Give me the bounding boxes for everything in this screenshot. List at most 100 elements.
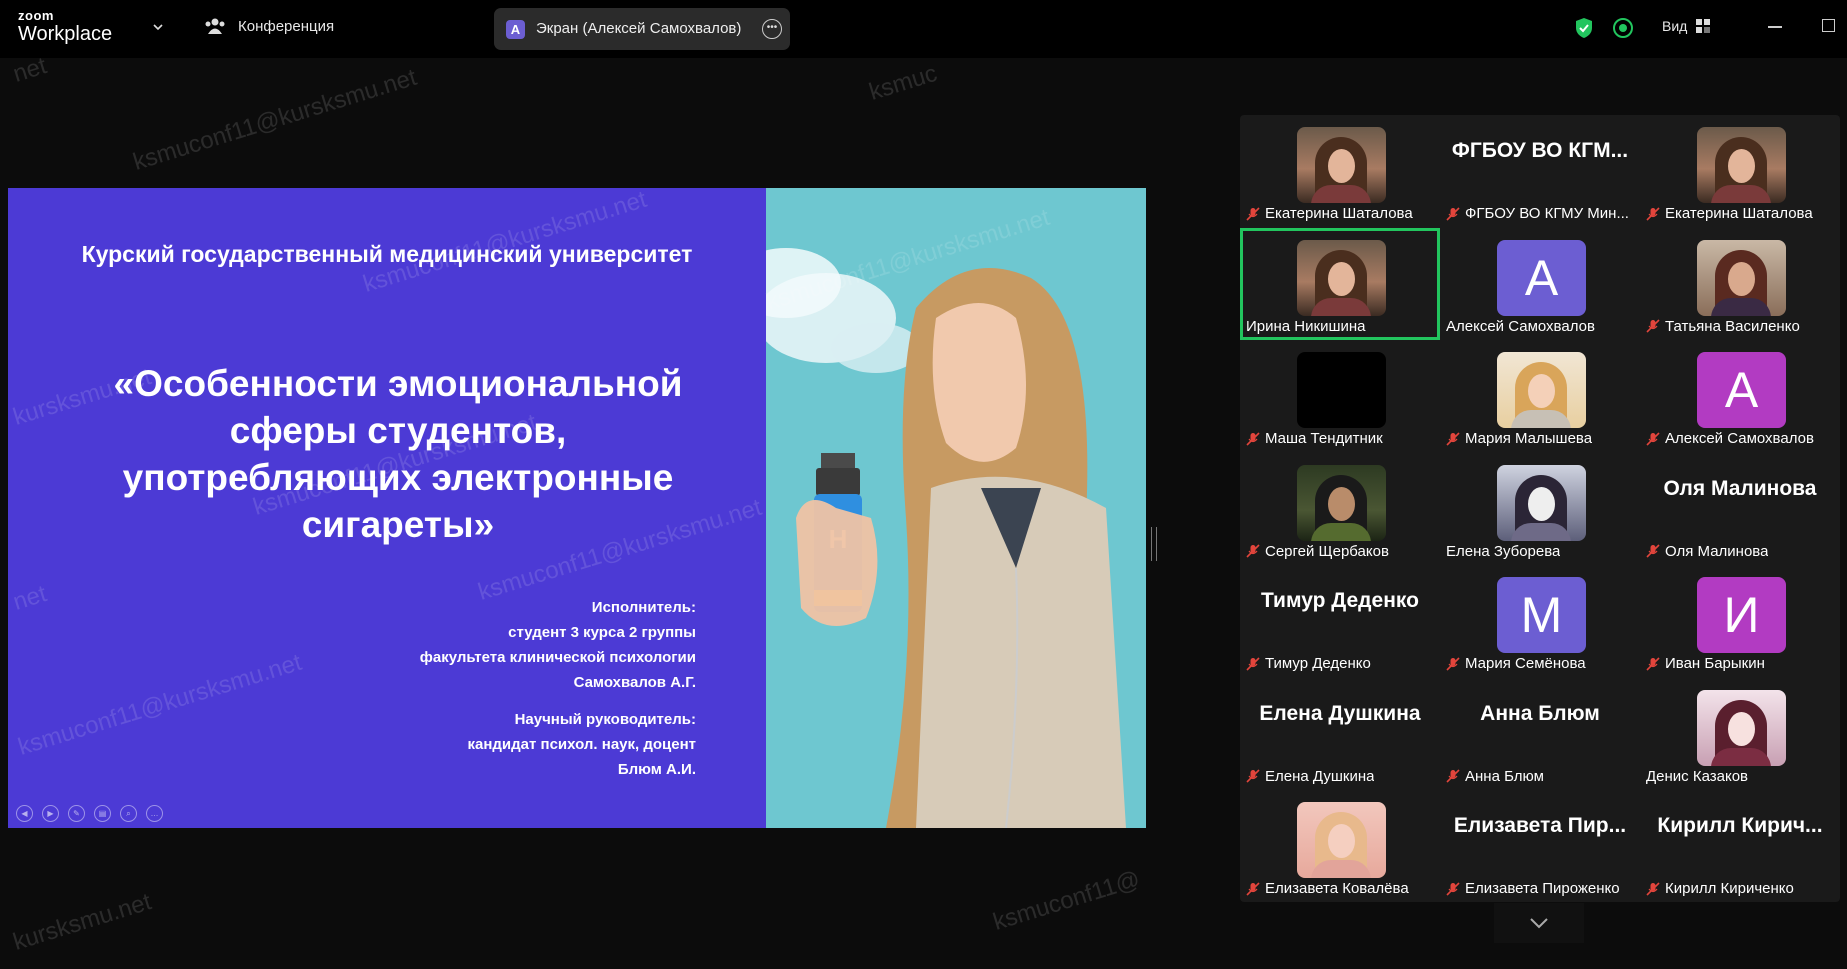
participant-tile[interactable]: Маша Тендитник <box>1240 340 1440 452</box>
participant-name-label: Елена Зуборева <box>1446 543 1636 560</box>
participant-tile[interactable]: М Мария Семёнова <box>1440 565 1640 677</box>
mic-muted-icon <box>1646 656 1660 671</box>
slide-author-line: Самохвалов А.Г. <box>573 674 696 691</box>
participant-name-label: Татьяна Василенко <box>1646 318 1836 335</box>
participant-video <box>1297 127 1386 203</box>
participant-tile[interactable]: Денис Казаков <box>1640 678 1840 790</box>
next-slide-icon[interactable]: ▶ <box>42 805 59 822</box>
participant-video <box>1297 464 1386 541</box>
slide-title-line: сферы студентов, <box>229 410 567 451</box>
view-button[interactable]: Вид <box>1662 18 1711 34</box>
participant-name: Анна Блюм <box>1465 767 1544 785</box>
participant-name-label: ФГБОУ ВО КГМУ Мин... <box>1446 205 1636 222</box>
participant-name: Тимур Деденко <box>1265 655 1371 672</box>
security-shield-icon[interactable] <box>1574 17 1594 39</box>
participant-tile[interactable]: Татьяна Василенко <box>1640 228 1840 340</box>
participant-name-label: Сергей Щербаков <box>1246 543 1436 560</box>
zoom-icon[interactable]: ⌕ <box>120 805 137 822</box>
slide-author-line: Исполнитель: <box>591 599 696 616</box>
participant-video <box>1497 352 1586 428</box>
participant-tile[interactable]: Тимур Деденко Тимур Деденко <box>1240 565 1440 677</box>
participant-name-label: Алексей Самохвалов <box>1646 430 1836 447</box>
screen-share-pill[interactable]: A Экран (Алексей Самохвалов) ••• <box>494 8 790 50</box>
mic-muted-icon <box>1246 881 1260 896</box>
participant-tile[interactable]: Елена Душкина Елена Душкина <box>1240 678 1440 790</box>
participant-tile[interactable]: Ирина Никишина <box>1240 227 1440 340</box>
slide-author-block: Исполнитель: студент 3 курса 2 группы фа… <box>420 595 696 695</box>
mic-muted-icon <box>1646 544 1660 558</box>
logo-bottom-text: Workplace <box>18 23 113 45</box>
participant-tile[interactable]: Кирилл Кирич... Кирилл Кириченко <box>1640 790 1840 902</box>
participant-display-name: Оля Малинова <box>1663 476 1817 500</box>
participant-tile[interactable]: Сергей Щербаков <box>1240 453 1440 565</box>
mic-muted-icon <box>1646 319 1660 333</box>
slide-university: Курский государственный медицинский унив… <box>81 241 693 267</box>
slides-icon[interactable]: ▤ <box>94 805 111 822</box>
participant-tile[interactable]: Мария Малышева <box>1440 340 1640 452</box>
participant-name: Оля Малинова <box>1665 542 1769 560</box>
participant-tile[interactable]: Елизавета Пир... Елизавета Пироженко <box>1440 790 1640 902</box>
participant-display-name: Кирилл Кирич... <box>1657 814 1823 837</box>
share-avatar: A <box>506 20 525 39</box>
participant-name: Ирина Никишина <box>1246 317 1366 335</box>
slide-title-line: «Особенности эмоциональной <box>113 363 683 404</box>
participant-name: Елена Душкина <box>1265 767 1375 785</box>
participant-display-name: Анна Блюм <box>1480 701 1600 725</box>
participant-avatar-initial: М <box>1497 577 1586 653</box>
grid-view-icon <box>1696 19 1711 33</box>
participant-tile[interactable]: Анна Блюм Анна Блюм <box>1440 678 1640 790</box>
participant-name-label: Екатерина Шаталова <box>1646 205 1836 222</box>
participant-tile[interactable]: Елизавета Ковалёва <box>1240 790 1440 902</box>
participant-name: ФГБОУ ВО КГМУ Мин... <box>1465 205 1629 222</box>
chevron-down-icon[interactable] <box>153 22 163 32</box>
shared-slide: Курский государственный медицинский унив… <box>8 188 1146 828</box>
watermark: ksmuconf11@ <box>990 865 1144 936</box>
slide-title-line: употребляющих электронные <box>122 457 674 498</box>
pen-icon[interactable]: ✎ <box>68 805 85 822</box>
participant-name-label: Тимур Деденко <box>1246 655 1436 672</box>
slide-title: «Особенности эмоциональной сферы студент… <box>78 360 718 548</box>
share-label: Экран (Алексей Самохвалов) <box>536 20 742 37</box>
recording-icon[interactable] <box>1612 17 1634 39</box>
participant-name-label: Иван Барыкин <box>1646 655 1836 672</box>
resize-splitter[interactable] <box>1151 527 1157 561</box>
slide-text-panel: Курский государственный медицинский унив… <box>8 188 766 828</box>
participant-name-label: Ирина Никишина <box>1246 318 1436 335</box>
more-icon[interactable]: … <box>146 805 163 822</box>
participant-tile[interactable]: Екатерина Шаталова <box>1640 115 1840 227</box>
participant-tile[interactable]: ФГБОУ ВО КГМ... ФГБОУ ВО КГМУ Мин... <box>1440 115 1640 227</box>
meeting-label: Конференция <box>238 17 335 35</box>
participant-display-name: Тимур Деденко <box>1261 589 1419 612</box>
participant-tile[interactable]: Елена Зуборева <box>1440 453 1640 565</box>
participant-name-label: Екатерина Шаталова <box>1246 205 1436 222</box>
participant-name-label: Маша Тендитник <box>1246 430 1436 447</box>
participant-avatar-initial: A <box>1497 239 1586 316</box>
mic-muted-icon <box>1446 656 1460 671</box>
mic-muted-icon <box>1446 431 1460 446</box>
prev-slide-icon[interactable]: ◀ <box>16 805 33 822</box>
participant-name-label: Денис Казаков <box>1646 768 1836 785</box>
participant-tile[interactable]: И Иван Барыкин <box>1640 565 1840 677</box>
scroll-down-button[interactable] <box>1494 903 1584 943</box>
mic-muted-icon <box>1446 206 1460 221</box>
mic-muted-icon <box>1246 206 1260 221</box>
participant-name: Алексей Самохвалов <box>1446 317 1595 335</box>
more-options-icon[interactable]: ••• <box>762 19 782 39</box>
minimize-icon[interactable] <box>1768 26 1782 28</box>
meeting-button[interactable]: Конференция <box>204 17 334 35</box>
participant-name: Сергей Щербаков <box>1265 542 1389 560</box>
participant-name-label: Кирилл Кириченко <box>1646 880 1836 897</box>
participant-video-off <box>1297 352 1386 428</box>
zoom-workplace-logo: zoom Workplace <box>18 9 112 44</box>
participant-tile[interactable]: Оля Малинова Оля Малинова <box>1640 453 1840 565</box>
participant-display-name: ФГБОУ ВО КГМ... <box>1451 139 1629 162</box>
maximize-icon[interactable] <box>1822 19 1835 32</box>
participant-tile[interactable]: A Алексей Самохвалов <box>1440 228 1640 340</box>
vaping-woman-image: H <box>766 188 1146 828</box>
participant-name-label: Елена Душкина <box>1246 768 1436 785</box>
participant-tile[interactable]: Екатерина Шаталова <box>1240 115 1440 227</box>
mic-muted-icon <box>1446 769 1460 783</box>
slide-author-line: факультета клинической психологии <box>419 649 696 666</box>
participant-name: Иван Барыкин <box>1665 655 1765 672</box>
participant-tile[interactable]: A Алексей Самохвалов <box>1640 340 1840 452</box>
